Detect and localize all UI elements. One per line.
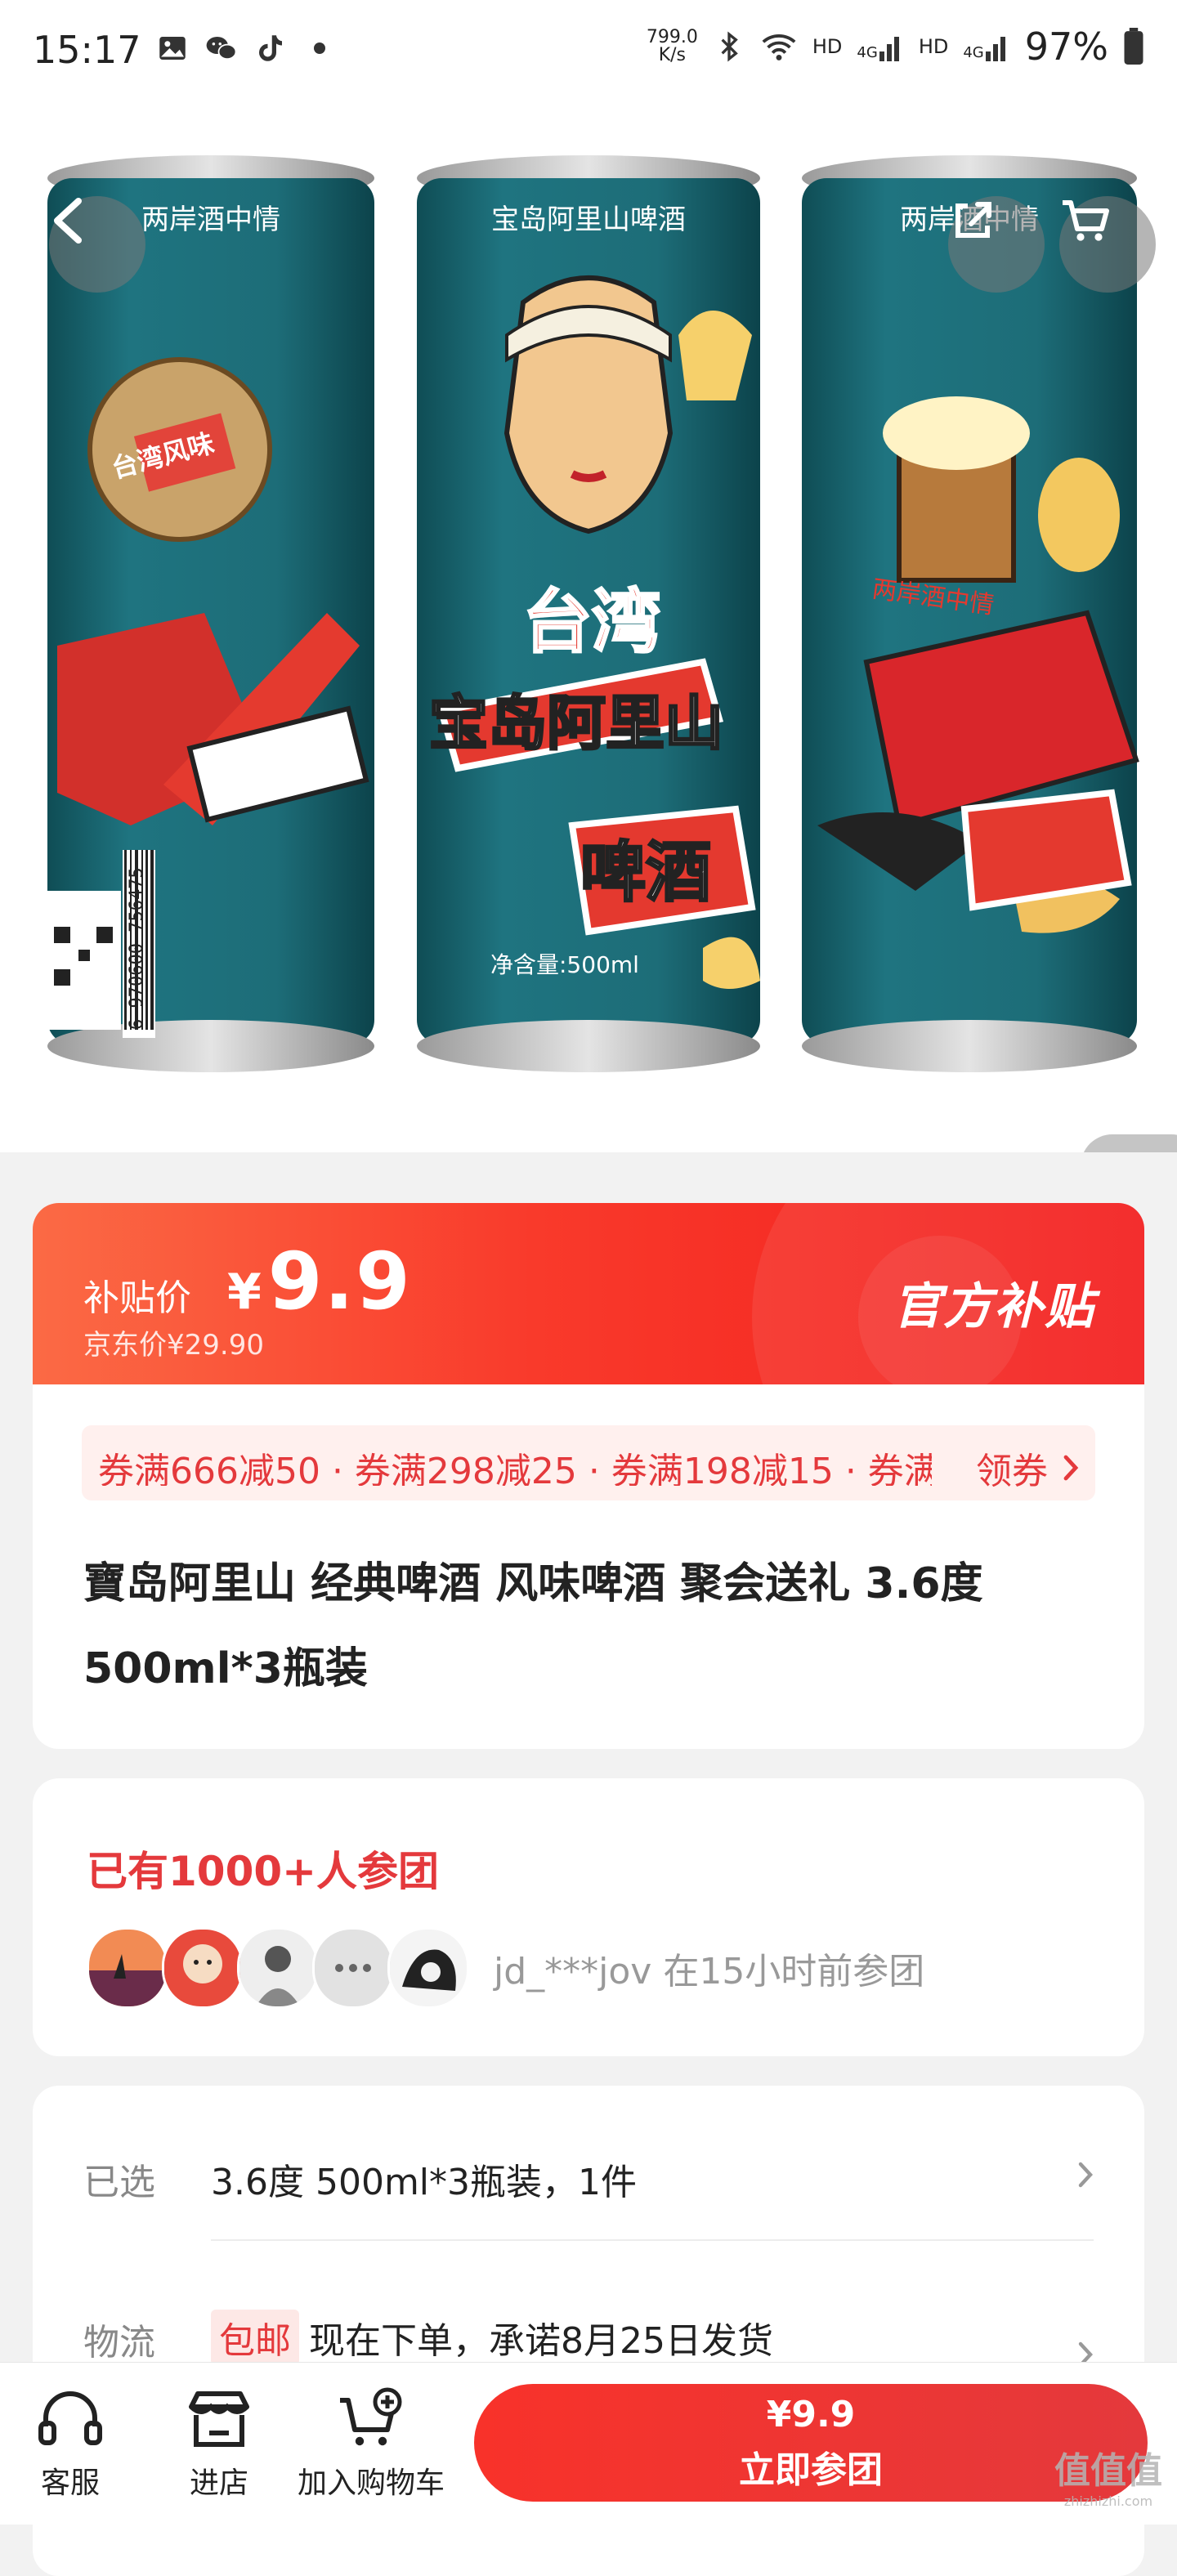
battery-percent: 97%	[1024, 25, 1108, 69]
can-text-taiwan: 台湾	[523, 582, 660, 662]
coupon-list: 券满666减50 · 券满298减25 · 券满198减15 · 券满99减5	[98, 1451, 932, 1486]
join-group-buy-button[interactable]: ¥9.9 立即参团	[474, 2384, 1148, 2502]
bluetooth-icon	[721, 31, 738, 62]
logistics-label: 物流	[83, 2322, 155, 2364]
subsidy-price: ¥9.9	[227, 1236, 412, 1327]
selected-value: 3.6度 500ml*3瓶装，1件	[211, 2162, 638, 2203]
get-coupon-button[interactable]: 领券	[976, 1442, 1079, 1494]
jd-original-price: 京东价¥29.90	[83, 1329, 264, 1362]
subsidy-price-label: 补贴价	[83, 1277, 191, 1319]
status-right: 799.0 K/s HD 4G HD 4G 97%	[647, 25, 1144, 69]
can-text-brand: 宝岛阿里山	[429, 689, 723, 758]
tiktok-icon	[259, 35, 282, 61]
chevron-left-icon	[54, 198, 82, 244]
price-amount: 9.9	[267, 1236, 412, 1327]
recent-participant: jd_***jov 在15小时前参团	[494, 1951, 925, 1992]
avatar	[87, 1927, 168, 2009]
free-shipping-badge: 包邮	[211, 2310, 299, 2365]
selected-label: 已选	[83, 2162, 155, 2203]
status-bar: 15:17 799.0 K/s HD 4G HD 4G 97%	[0, 0, 1177, 106]
price-currency: ¥	[227, 1263, 263, 1321]
customer-service-label: 客服	[40, 2466, 100, 2500]
can-text-volume: 净含量:500ml	[490, 951, 639, 978]
divider	[211, 2239, 1094, 2241]
signal-4g-1: 4G	[857, 32, 903, 61]
net-speed-unit: K/s	[658, 45, 687, 65]
signal-label-1: 4G	[857, 44, 878, 61]
store-label: 进店	[189, 2466, 248, 2500]
cart-button[interactable]	[1059, 196, 1156, 293]
signal-label-2: 4G	[963, 44, 984, 61]
site-watermark: 值值值 zhizhizhi.com	[1054, 2441, 1162, 2509]
battery-icon	[1124, 28, 1143, 65]
hd-label-2: HD	[918, 35, 949, 58]
add-cart-icon	[340, 2387, 402, 2446]
more-avatars-icon	[312, 1927, 394, 2009]
gallery-icon	[159, 37, 186, 60]
logistics-value: 现在下单，承诺8月25日发货	[309, 2320, 773, 2362]
add-to-cart-label: 加入购物车	[298, 2466, 445, 2500]
customer-service-button[interactable]: 客服	[36, 2387, 105, 2502]
avatar	[162, 1927, 244, 2009]
participant-avatars	[87, 1927, 469, 2009]
wechat-icon	[206, 37, 237, 60]
image-current: 1	[1113, 1147, 1134, 1152]
watermark-main: 值值值	[1054, 2450, 1162, 2492]
store-button[interactable]: 进店	[185, 2387, 253, 2502]
chevron-right-icon	[1063, 1455, 1079, 1481]
product-title: 寶岛阿里山 经典啤酒 风味啤酒 聚会送礼 3.6度 500ml*3瓶装	[83, 1559, 983, 1693]
headset-icon	[38, 2391, 102, 2445]
signal-4g-2: 4G	[963, 32, 1009, 61]
price-banner: 补贴价 ¥9.9 京东价¥29.90 官方补贴	[33, 1203, 1144, 1384]
dot-icon	[314, 42, 325, 54]
bottom-action-bar: 客服 进店 加入购物车 ¥9.9 立即参团 值值值 zhizhizhi.com	[0, 2362, 1177, 2525]
back-button[interactable]	[49, 196, 145, 293]
can-text-top-left: 两岸酒中情	[141, 203, 280, 236]
buy-label: 立即参团	[739, 2449, 883, 2491]
product-info-card: 补贴价 ¥9.9 京东价¥29.90 官方补贴 券满666减50 · 券满298…	[33, 1203, 1144, 1749]
net-speed: 799.0 K/s	[647, 29, 698, 65]
avatar	[237, 1927, 319, 2009]
share-button[interactable]	[948, 196, 1045, 293]
hd-label-1: HD	[812, 35, 843, 58]
official-subsidy-tag: 官方补贴	[893, 1278, 1095, 1335]
wifi-icon	[762, 34, 796, 60]
store-icon	[189, 2391, 249, 2447]
get-coupon-label: 领券	[976, 1451, 1048, 1492]
can-text-beer: 啤酒	[580, 834, 711, 910]
group-buy-card[interactable]: 已有1000+人参团 jd_***jov 在15小时前参团	[33, 1778, 1144, 2056]
chevron-right-icon	[1078, 2162, 1093, 2188]
coupon-bar[interactable]: 券满666减50 · 券满298减25 · 券满198减15 · 券满99减5 …	[82, 1425, 1095, 1500]
add-to-cart-button[interactable]: 加入购物车	[298, 2387, 445, 2502]
signal-icon	[985, 37, 1005, 61]
group-count-headline: 已有1000+人参团	[87, 1848, 440, 1895]
can-text-top-mid: 宝岛阿里山啤酒	[491, 203, 686, 236]
share-icon	[955, 202, 991, 238]
status-left-icons	[155, 31, 337, 65]
logistics-value-wrap: 包邮 现在下单，承诺8月25日发货	[211, 2310, 773, 2365]
avatar	[387, 1927, 469, 2009]
watermark-sub: zhizhizhi.com	[1063, 2493, 1153, 2509]
buy-price: ¥9.9	[766, 2393, 856, 2435]
qr-code	[51, 924, 116, 989]
signal-icon	[879, 37, 899, 61]
status-time: 15:17	[33, 28, 141, 72]
product-gallery[interactable]: 两岸酒中情 宝岛阿里山啤酒 两岸酒中情 台湾风味 台湾 宝岛阿里山 啤酒 净含量…	[0, 90, 1177, 1152]
cart-icon	[1063, 200, 1109, 241]
net-speed-value: 799.0	[646, 27, 698, 47]
